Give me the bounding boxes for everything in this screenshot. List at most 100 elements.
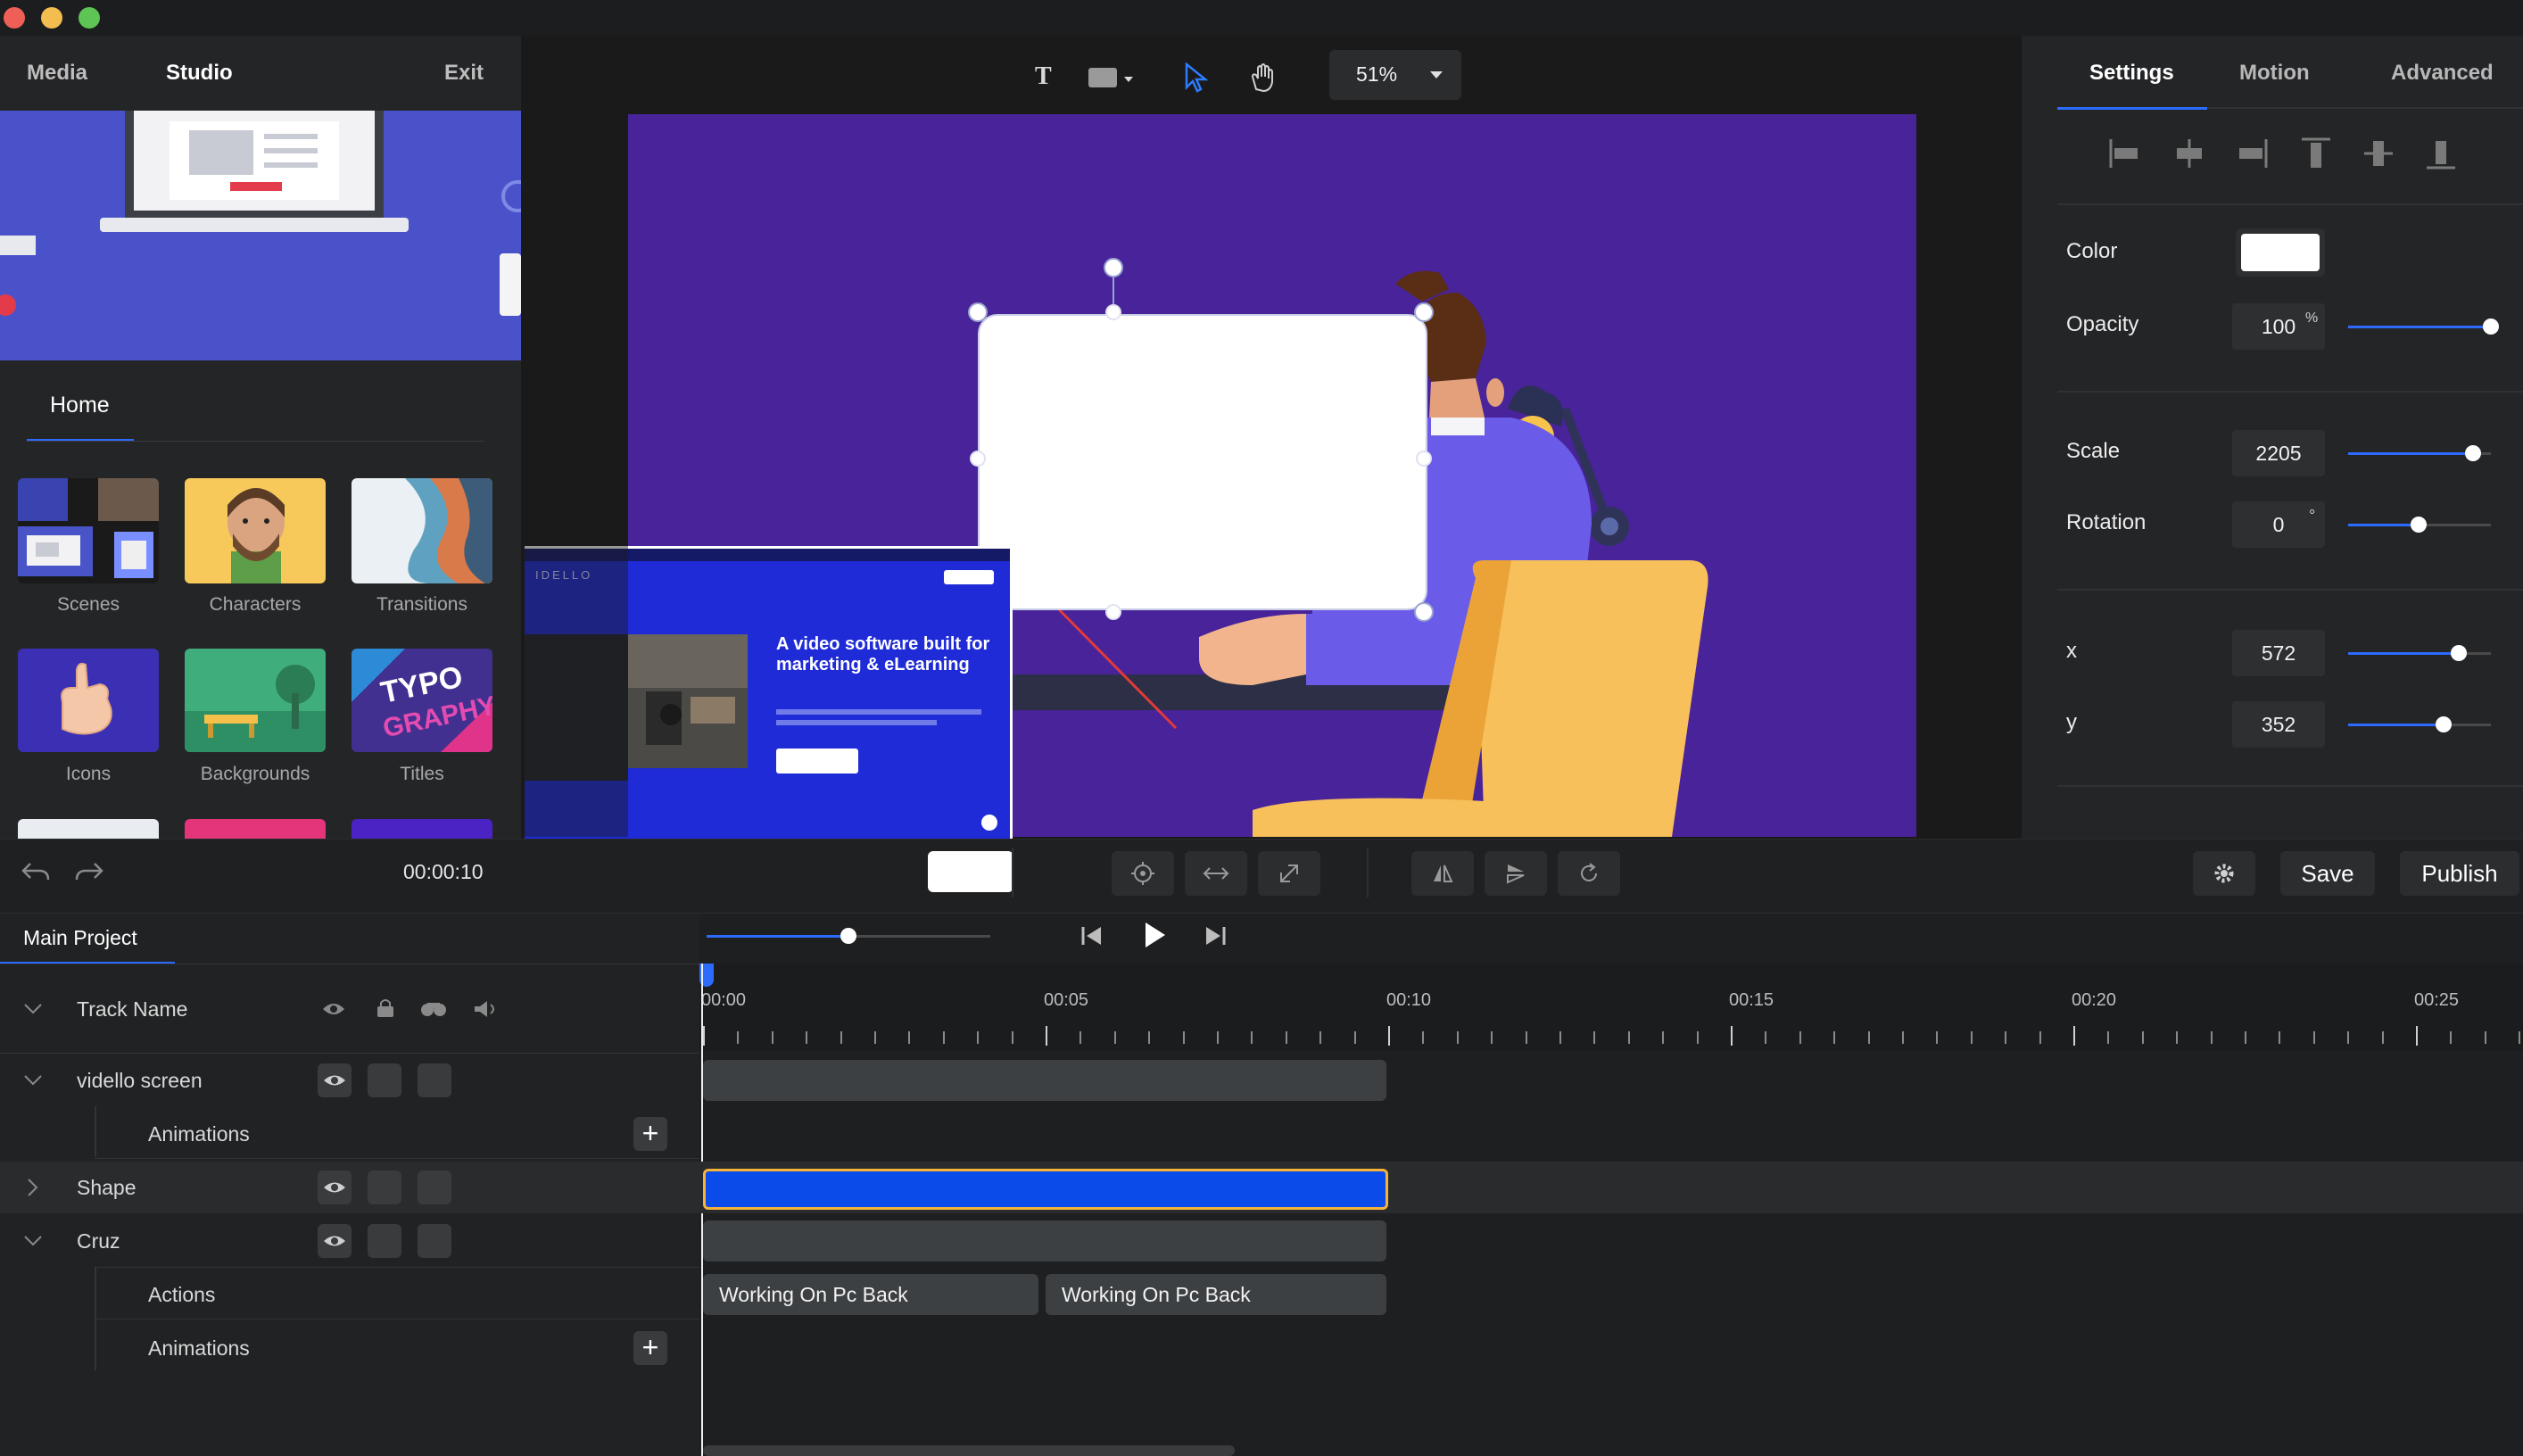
track-visibility-toggle[interactable]: [318, 1224, 352, 1258]
library-scenes[interactable]: [18, 478, 159, 583]
x-slider-handle[interactable]: [2451, 645, 2467, 661]
fill-color-button[interactable]: [928, 851, 1013, 892]
ruler-minor-tick: [1353, 1031, 1356, 1044]
tab-media[interactable]: Media: [27, 61, 87, 86]
text-tool-icon[interactable]: T: [1035, 62, 1052, 91]
y-slider-handle[interactable]: [2436, 716, 2452, 732]
timeline-clip[interactable]: [703, 1220, 1386, 1262]
align-top-icon[interactable]: [2298, 136, 2334, 171]
track-solo-toggle[interactable]: [418, 1171, 451, 1204]
solo-icon[interactable]: [419, 999, 448, 1019]
zoom-select[interactable]: 51%: [1329, 50, 1461, 100]
library-characters[interactable]: [185, 478, 326, 583]
window-titlebar: [0, 0, 2523, 36]
minimize-window-button[interactable]: [41, 7, 62, 29]
ruler-minor-tick: [840, 1031, 842, 1044]
align-center-h-icon[interactable]: [2171, 136, 2207, 171]
scene-preview[interactable]: [0, 111, 521, 360]
add-animation-button[interactable]: +: [633, 1331, 667, 1365]
fit-width-button[interactable]: [1185, 851, 1247, 896]
close-window-button[interactable]: [4, 7, 25, 29]
track-visibility-toggle[interactable]: [318, 1063, 352, 1097]
lock-icon[interactable]: [375, 997, 396, 1019]
save-button[interactable]: Save: [2280, 851, 2375, 896]
chevron-down-icon[interactable]: [23, 1235, 43, 1247]
add-animation-button[interactable]: +: [633, 1117, 667, 1151]
track-name[interactable]: Cruz: [77, 1229, 120, 1253]
section-divider: [2057, 589, 2523, 591]
track-visibility-toggle[interactable]: [318, 1171, 352, 1204]
timeline-clip-selected[interactable]: [703, 1169, 1388, 1210]
library-backgrounds[interactable]: [185, 649, 326, 752]
track-solo-toggle[interactable]: [418, 1224, 451, 1258]
exit-button[interactable]: Exit: [444, 61, 484, 86]
tab-settings[interactable]: Settings: [2089, 61, 2174, 86]
flip-horizontal-button[interactable]: [1411, 851, 1474, 896]
eye-icon[interactable]: [321, 1001, 346, 1017]
home-tab[interactable]: Home: [50, 393, 110, 418]
track-lock-toggle[interactable]: [368, 1224, 401, 1258]
flip-horizontal-icon: [1434, 864, 1453, 882]
align-right-icon[interactable]: [2234, 136, 2270, 171]
flip-vertical-button[interactable]: [1485, 851, 1547, 896]
track-name[interactable]: Animations: [148, 1336, 250, 1361]
track-solo-toggle[interactable]: [418, 1063, 451, 1097]
align-left-icon[interactable]: [2107, 136, 2143, 171]
library-transitions[interactable]: [352, 478, 492, 583]
ruler-minor-tick: [2484, 1031, 2486, 1044]
chevron-down-icon[interactable]: [23, 1003, 43, 1015]
speaker-icon[interactable]: [473, 999, 500, 1019]
align-center-v-icon[interactable]: [2361, 136, 2396, 171]
center-target-button[interactable]: [1112, 851, 1174, 896]
settings-button[interactable]: [2193, 851, 2255, 896]
fit-diagonal-button[interactable]: [1258, 851, 1320, 896]
chevron-right-icon[interactable]: [27, 1178, 39, 1197]
y-input[interactable]: 352: [2232, 701, 2325, 748]
track-name[interactable]: vidello screen: [77, 1069, 203, 1093]
tab-advanced[interactable]: Advanced: [2391, 61, 2494, 86]
chevron-down-icon[interactable]: [23, 1074, 43, 1087]
opacity-slider-handle[interactable]: [2483, 318, 2499, 335]
library-item-partial[interactable]: [18, 819, 159, 839]
tab-studio[interactable]: Studio: [166, 61, 233, 86]
library-titles[interactable]: TYPO GRAPHY: [352, 649, 492, 752]
track-name[interactable]: Animations: [148, 1122, 250, 1146]
align-bottom-icon[interactable]: [2423, 136, 2459, 171]
track-lock-toggle[interactable]: [368, 1063, 401, 1097]
undo-icon[interactable]: [20, 858, 52, 885]
project-tab[interactable]: Main Project: [23, 926, 137, 950]
timeline-zoom-handle[interactable]: [840, 928, 856, 944]
skip-forward-icon[interactable]: [1203, 924, 1228, 947]
hand-tool-icon[interactable]: [1249, 62, 1276, 93]
action-clip[interactable]: Working On Pc Back: [1046, 1274, 1386, 1315]
rotate-icon: [1581, 863, 1597, 881]
shape-tool-icon[interactable]: [1088, 66, 1138, 93]
timeline-scrollbar[interactable]: [703, 1445, 1235, 1456]
select-tool-icon[interactable]: [1183, 62, 1210, 93]
publish-button[interactable]: Publish: [2400, 851, 2519, 896]
skip-back-icon[interactable]: [1080, 924, 1104, 947]
website-body-line: [776, 709, 981, 715]
scale-input[interactable]: 2205: [2232, 430, 2325, 476]
rotation-slider-handle[interactable]: [2411, 517, 2427, 533]
library-transitions-label: Transitions: [376, 594, 467, 615]
x-input[interactable]: 572: [2232, 630, 2325, 676]
play-icon[interactable]: [1144, 921, 1167, 949]
color-swatch[interactable]: [2236, 228, 2325, 277]
zoom-window-button[interactable]: [79, 7, 100, 29]
library-icons[interactable]: [18, 649, 159, 752]
active-tab-indicator: [2057, 107, 2207, 110]
track-name[interactable]: Actions: [148, 1283, 215, 1307]
library-item-partial[interactable]: [352, 819, 492, 839]
scale-slider-handle[interactable]: [2465, 445, 2481, 461]
rotate-button[interactable]: [1558, 851, 1620, 896]
tab-motion[interactable]: Motion: [2239, 61, 2310, 86]
redo-icon[interactable]: [73, 858, 105, 885]
timeline-clip[interactable]: [703, 1060, 1386, 1101]
selection-handles[interactable]: [967, 257, 1440, 623]
library-item-partial[interactable]: [185, 819, 326, 839]
track-lock-toggle[interactable]: [368, 1171, 401, 1204]
action-clip[interactable]: Working On Pc Back: [703, 1274, 1038, 1315]
track-name[interactable]: Shape: [77, 1176, 136, 1200]
library-backgrounds-label: Backgrounds: [200, 764, 310, 784]
